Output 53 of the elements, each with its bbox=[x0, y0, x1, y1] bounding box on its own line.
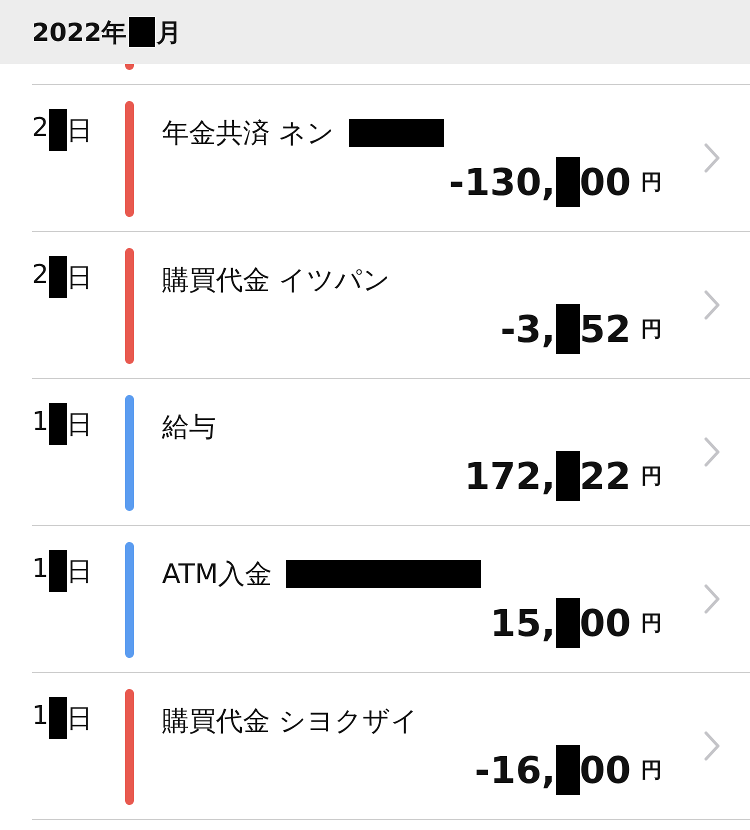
day-suffix: 日 bbox=[66, 115, 93, 148]
day-label: 1 bbox=[32, 554, 49, 584]
currency-label: 円 bbox=[641, 610, 662, 637]
amount-digits: 00 bbox=[580, 748, 631, 792]
day-suffix: 日 bbox=[66, 703, 93, 736]
transaction-title: 購買代金 イツパン bbox=[162, 264, 391, 298]
amount-label: -16, bbox=[474, 748, 556, 792]
chevron-icon bbox=[704, 143, 720, 173]
amount-digits: 22 bbox=[580, 454, 631, 498]
day-suffix: 日 bbox=[66, 556, 93, 589]
chevron-icon bbox=[704, 584, 720, 614]
redaction-block bbox=[48, 550, 67, 592]
transaction-row[interactable]: 1 日 購買代金 シヨクザイ -16, 00 円 bbox=[0, 673, 750, 819]
redaction-block bbox=[556, 451, 580, 501]
chevron-icon bbox=[704, 290, 720, 320]
amount-digits: 52 bbox=[580, 308, 631, 350]
amount-label: -130, bbox=[448, 160, 556, 204]
day-suffix: 日 bbox=[66, 262, 93, 295]
transaction-row[interactable]: 2 日 購買代金 イツパン -3, 52 円 bbox=[0, 232, 750, 378]
currency-label: 円 bbox=[641, 463, 662, 490]
redaction-block bbox=[48, 109, 67, 151]
transaction-title: ATM入金 bbox=[162, 558, 272, 592]
amount-digits: 00 bbox=[580, 160, 631, 204]
currency-label: 円 bbox=[641, 169, 662, 196]
transaction-title: 給与 bbox=[162, 411, 216, 445]
redaction-block bbox=[556, 304, 580, 354]
redaction-block bbox=[556, 157, 580, 207]
day-suffix: 日 bbox=[66, 409, 93, 442]
redaction-block bbox=[48, 256, 67, 298]
redaction-block bbox=[556, 598, 580, 648]
currency-label: 円 bbox=[641, 757, 662, 784]
transaction-row[interactable]: 1 日 ATM入金 15, 00 円 bbox=[0, 526, 750, 672]
month-label: 月 bbox=[156, 16, 182, 48]
redaction-block bbox=[48, 697, 67, 739]
transaction-row[interactable]: 2 日 年金共済 ネン -130, 00 円 bbox=[0, 85, 750, 231]
chevron-icon bbox=[704, 731, 720, 761]
day-label: 2 bbox=[32, 260, 49, 290]
day-label: 2 bbox=[32, 113, 49, 143]
chevron-icon bbox=[704, 437, 720, 467]
redaction-block bbox=[48, 403, 67, 445]
amount-label: 172, bbox=[464, 454, 556, 498]
year-label: 2022年 bbox=[32, 16, 127, 48]
redaction-block bbox=[128, 17, 155, 47]
amount-label: 15, bbox=[490, 602, 556, 644]
day-label: 1 bbox=[32, 701, 49, 731]
currency-label: 円 bbox=[641, 316, 662, 343]
amount-label: -3, bbox=[500, 308, 556, 350]
redaction-block bbox=[556, 745, 580, 795]
amount-digits: 00 bbox=[580, 602, 631, 644]
transaction-title: 年金共済 ネン bbox=[162, 117, 335, 151]
transaction-title: 購買代金 シヨクザイ bbox=[162, 705, 419, 739]
day-label: 1 bbox=[32, 407, 49, 437]
transaction-row[interactable]: 1 日 給与 172, 22 円 bbox=[0, 379, 750, 525]
